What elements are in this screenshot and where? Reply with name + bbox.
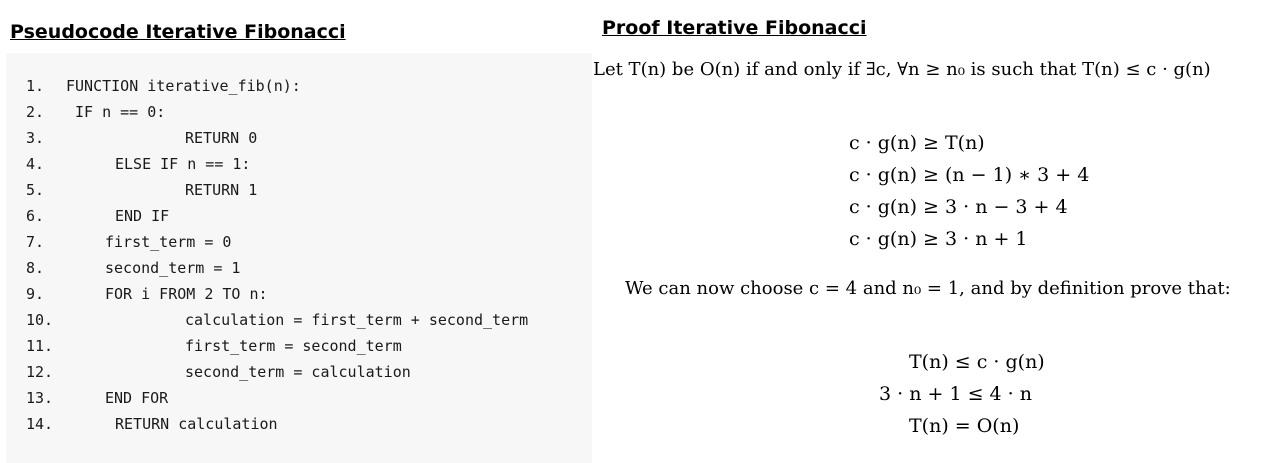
conclusion-line: T(n) ≤ c · g(n) xyxy=(909,351,1045,373)
proof-step: c · g(n) ≥ 3 · n − 3 + 4 xyxy=(849,196,1068,218)
choice-line: We can now choose c = 4 and n₀ = 1, and … xyxy=(625,278,1231,299)
code-text: END IF xyxy=(115,207,170,225)
line-number: 1. xyxy=(26,77,45,95)
code-text: END FOR xyxy=(105,389,169,407)
code-text: IF n == 0: xyxy=(75,103,166,121)
proof-step: c · g(n) ≥ T(n) xyxy=(849,132,985,154)
line-number: 2. xyxy=(26,103,45,121)
definition-line: Let T(n) be O(n) if and only if ∃c, ∀n ≥… xyxy=(593,59,1211,80)
pseudocode-heading: Pseudocode Iterative Fibonacci xyxy=(10,21,346,43)
line-number: 4. xyxy=(26,155,45,173)
line-number: 5. xyxy=(26,181,45,199)
proof-step: c · g(n) ≥ 3 · n + 1 xyxy=(849,228,1028,250)
line-number: 8. xyxy=(26,259,45,277)
code-text: RETURN 1 xyxy=(185,181,258,199)
line-number: 3. xyxy=(26,129,45,147)
code-text: first_term = 0 xyxy=(105,233,232,251)
line-number: 13. xyxy=(26,389,54,407)
code-text: RETURN calculation xyxy=(115,415,278,433)
proof-heading: Proof Iterative Fibonacci xyxy=(602,17,867,39)
code-text: second_term = 1 xyxy=(105,259,241,277)
code-text: FUNCTION iterative_fib(n): xyxy=(66,77,301,95)
conclusion-line: 3 · n + 1 ≤ 4 · n xyxy=(879,383,1032,405)
code-text: RETURN 0 xyxy=(185,129,258,147)
line-number: 6. xyxy=(26,207,45,225)
line-number: 10. xyxy=(26,311,54,329)
code-text: calculation = first_term + second_term xyxy=(185,311,529,329)
code-text: FOR i FROM 2 TO n: xyxy=(105,285,268,303)
line-number: 9. xyxy=(26,285,45,303)
line-number: 7. xyxy=(26,233,45,251)
code-panel: 1. FUNCTION iterative_fib(n): 2. IF n == 0… xyxy=(6,53,592,463)
code-text: first_term = second_term xyxy=(185,337,402,355)
conclusion-line: T(n) = O(n) xyxy=(909,415,1020,437)
code-text: ELSE IF n == 1: xyxy=(115,155,251,173)
line-number: 11. xyxy=(26,337,54,355)
line-number: 14. xyxy=(26,415,54,433)
line-number: 12. xyxy=(26,363,54,381)
code-text: second_term = calculation xyxy=(185,363,411,381)
proof-step: c · g(n) ≥ (n − 1) ∗ 3 + 4 xyxy=(849,164,1090,186)
